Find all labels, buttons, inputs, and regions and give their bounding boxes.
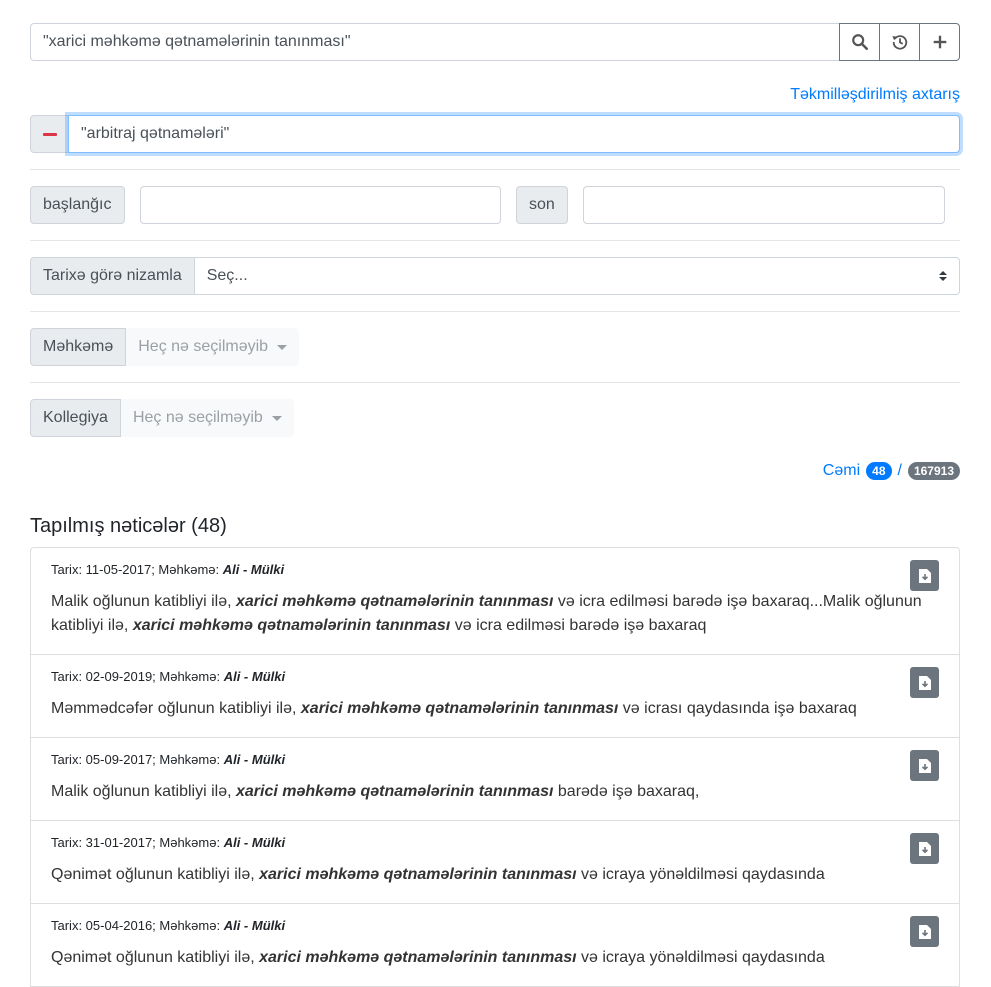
court-filter: Məhkəmə Heç nə seçilməyib [30, 328, 300, 366]
result-meta: Tarix: 05-04-2016; Məhkəmə: Ali - Mülki [51, 918, 939, 934]
sort-selected-value: Seç... [206, 267, 248, 284]
download-button[interactable] [910, 667, 939, 698]
advanced-search-link[interactable]: Təkmilləşdirilmiş axtarış [790, 86, 960, 104]
caret-down-icon [271, 415, 282, 421]
results-list: Tarix: 11-05-2017; Məhkəmə: Ali - Mülki … [30, 547, 960, 987]
found-count-badge: 48 [866, 462, 892, 480]
results-title: Tapılmış nəticələr (48) [30, 515, 227, 537]
result-court: Ali - Mülki [223, 752, 286, 767]
result-snippet: Malik oğlunun katibliyi ilə, xarici məhk… [51, 783, 700, 800]
date-range-row: başlanğıc son [30, 186, 960, 224]
file-download-icon [918, 841, 931, 856]
result-date: Tarix: 05-09-2017; Məhkəmə: [51, 752, 224, 767]
result-meta: Tarix: 02-09-2019; Məhkəmə: Ali - Mülki [51, 669, 939, 685]
search-input[interactable] [30, 23, 840, 61]
result-date: Tarix: 31-01-2017; Məhkəmə: [51, 835, 224, 850]
plus-icon [933, 35, 946, 49]
file-download-icon [918, 758, 931, 773]
main-search-bar [30, 23, 960, 61]
extra-term-input[interactable] [68, 115, 960, 153]
list-item[interactable]: Tarix: 02-09-2019; Məhkəmə: Ali - Mülki … [31, 655, 959, 738]
list-item[interactable]: Tarix: 31-01-2017; Məhkəmə: Ali - Mülki … [31, 821, 959, 904]
result-snippet: Qənimət oğlunun katibliyi ilə, xarici mə… [51, 949, 825, 966]
result-meta: Tarix: 11-05-2017; Məhkəmə: Ali - Mülki [51, 562, 939, 578]
result-date: Tarix: 02-09-2019; Məhkəmə: [51, 669, 224, 684]
end-date-input[interactable] [583, 186, 945, 224]
result-date: Tarix: 11-05-2017; Məhkəmə: [51, 562, 223, 577]
collegium-label: Kollegiya [30, 399, 121, 437]
divider [30, 311, 960, 312]
search-icon [851, 34, 868, 51]
result-date: Tarix: 05-04-2016; Məhkəmə: [51, 918, 224, 933]
result-court: Ali - Mülki [223, 835, 286, 850]
list-item[interactable]: Tarix: 05-09-2017; Məhkəmə: Ali - Mülki … [31, 738, 959, 821]
end-date-label: son [516, 186, 568, 224]
results-total: Cəmi 48 / 167913 [823, 462, 960, 480]
remove-term-button[interactable] [30, 115, 69, 153]
result-meta: Tarix: 05-09-2017; Məhkəmə: Ali - Mülki [51, 752, 939, 768]
list-item[interactable]: Tarix: 11-05-2017; Məhkəmə: Ali - Mülki … [31, 548, 959, 655]
court-label: Məhkəmə [30, 328, 127, 366]
divider [30, 169, 960, 170]
select-arrows-icon [939, 271, 947, 281]
total-label: Cəmi [822, 462, 861, 479]
court-dropdown[interactable]: Heç nə seçilməyib [126, 328, 300, 366]
result-court: Ali - Mülki [222, 562, 285, 577]
result-court: Ali - Mülki [223, 918, 286, 933]
all-count-badge: 167913 [907, 462, 960, 480]
sort-label: Tarixə görə nizamla [30, 257, 195, 295]
start-date-label: başlanğıc [30, 186, 125, 224]
caret-down-icon [277, 344, 288, 350]
file-download-icon [918, 568, 931, 583]
add-term-button[interactable] [919, 23, 960, 61]
divider [30, 382, 960, 383]
file-download-icon [918, 675, 931, 690]
list-item[interactable]: Tarix: 05-04-2016; Məhkəmə: Ali - Mülki … [31, 904, 959, 986]
result-meta: Tarix: 31-01-2017; Məhkəmə: Ali - Mülki [51, 835, 939, 851]
result-snippet: Məmmədcəfər oğlunun katibliyi ilə, xaric… [51, 700, 857, 717]
download-button[interactable] [910, 916, 939, 947]
download-button[interactable] [910, 833, 939, 864]
result-snippet: Qənimət oğlunun katibliyi ilə, xarici mə… [51, 866, 825, 883]
extra-term-row [30, 115, 960, 153]
collegium-dropdown-value: Heç nə seçilməyib [132, 409, 263, 426]
start-date-input[interactable] [140, 186, 501, 224]
download-button[interactable] [910, 750, 939, 781]
divider [30, 240, 960, 241]
total-separator: / [897, 462, 902, 479]
sort-select[interactable]: Seç... [193, 257, 960, 295]
file-download-icon [918, 924, 931, 939]
collegium-dropdown[interactable]: Heç nə seçilməyib [120, 399, 294, 437]
sort-row: Tarixə görə nizamla Seç... [30, 257, 960, 295]
collegium-filter: Kollegiya Heç nə seçilməyib [30, 399, 294, 437]
court-dropdown-value: Heç nə seçilməyib [138, 338, 269, 355]
minus-icon [42, 132, 57, 136]
history-button[interactable] [879, 23, 920, 61]
download-button[interactable] [910, 560, 939, 591]
result-snippet: Malik oğlunun katibliyi ilə, xarici məhk… [51, 593, 922, 634]
search-button[interactable] [839, 23, 880, 61]
history-icon [891, 35, 907, 50]
result-court: Ali - Mülki [223, 669, 286, 684]
